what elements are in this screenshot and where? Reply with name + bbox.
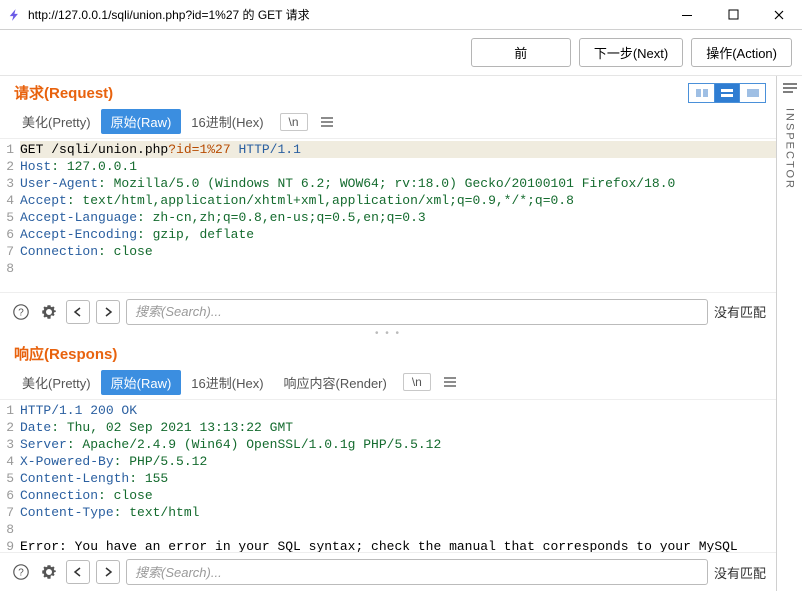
request-editor[interactable]: 1GET /sqli/union.php?id=1%27 HTTP/1.1 2H… xyxy=(0,138,776,292)
tab-raw[interactable]: 原始(Raw) xyxy=(101,370,182,395)
search-next-button[interactable] xyxy=(96,560,120,584)
inspector-sidebar[interactable]: INSPECTOR xyxy=(776,76,802,591)
tab-pretty[interactable]: 美化(Pretty) xyxy=(12,109,101,134)
top-toolbar: 前 下一步(Next) 操作(Action) xyxy=(0,30,802,76)
close-button[interactable] xyxy=(756,0,802,30)
request-pane: 请求(Request) 美化(Pretty) 原始(Raw) 16进制(Hex)… xyxy=(0,76,776,331)
response-title: 响应(Respons) xyxy=(14,343,117,364)
action-button[interactable]: 操作(Action) xyxy=(691,38,792,67)
search-prev-button[interactable] xyxy=(66,560,90,584)
next-button[interactable]: 下一步(Next) xyxy=(579,38,683,67)
response-editor[interactable]: 1HTTP/1.1 200 OK 2Date: Thu, 02 Sep 2021… xyxy=(0,399,776,553)
search-status: 没有匹配 xyxy=(714,302,766,321)
newline-toggle[interactable]: \n xyxy=(403,373,431,391)
back-button[interactable]: 前 xyxy=(471,38,571,67)
help-icon[interactable]: ? xyxy=(10,561,32,583)
window-title: http://127.0.0.1/sqli/union.php?id=1%27 … xyxy=(28,6,664,23)
tab-pretty[interactable]: 美化(Pretty) xyxy=(12,370,101,395)
request-tabs: 美化(Pretty) 原始(Raw) 16进制(Hex) \n xyxy=(0,105,776,138)
gear-icon[interactable] xyxy=(38,561,60,583)
gear-icon[interactable] xyxy=(38,301,60,323)
request-searchbar: ? 没有匹配 xyxy=(0,292,776,331)
search-input[interactable] xyxy=(126,299,708,325)
response-pane: 响应(Respons) 美化(Pretty) 原始(Raw) 16进制(Hex)… xyxy=(0,337,776,591)
inspector-label: INSPECTOR xyxy=(784,108,796,190)
search-next-button[interactable] xyxy=(96,300,120,324)
tab-hex[interactable]: 16进制(Hex) xyxy=(181,109,273,134)
svg-text:?: ? xyxy=(18,568,24,579)
inspector-toggle-icon[interactable] xyxy=(782,82,798,94)
tab-raw[interactable]: 原始(Raw) xyxy=(101,109,182,134)
titlebar: http://127.0.0.1/sqli/union.php?id=1%27 … xyxy=(0,0,802,30)
response-searchbar: ? 没有匹配 xyxy=(0,552,776,591)
maximize-button[interactable] xyxy=(710,0,756,30)
newline-toggle[interactable]: \n xyxy=(280,113,308,131)
search-input[interactable] xyxy=(126,559,708,585)
app-icon xyxy=(6,6,24,24)
options-icon[interactable] xyxy=(316,112,338,132)
search-prev-button[interactable] xyxy=(66,300,90,324)
tab-hex[interactable]: 16进制(Hex) xyxy=(181,370,273,395)
layout-toggle[interactable] xyxy=(688,83,766,103)
options-icon[interactable] xyxy=(439,372,461,392)
tab-render[interactable]: 响应内容(Render) xyxy=(274,370,397,395)
search-status: 没有匹配 xyxy=(714,563,766,582)
request-title: 请求(Request) xyxy=(14,82,113,103)
help-icon[interactable]: ? xyxy=(10,301,32,323)
svg-text:?: ? xyxy=(18,307,24,318)
response-tabs: 美化(Pretty) 原始(Raw) 16进制(Hex) 响应内容(Render… xyxy=(0,366,776,399)
minimize-button[interactable] xyxy=(664,0,710,30)
